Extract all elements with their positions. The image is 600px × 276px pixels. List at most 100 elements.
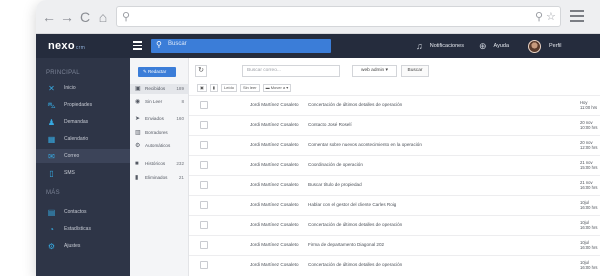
mail-search-input[interactable]: Buscar correo... [242, 65, 340, 77]
header-search-input[interactable]: ⚲ Buscar [151, 39, 331, 53]
email-subject: Hablar con el gestor del cliente Carles … [308, 202, 397, 207]
inbox-icon: ▣ [135, 86, 141, 92]
folder-recibidos[interactable]: ▣ Recibidos 189 [130, 84, 189, 94]
table-row[interactable]: Jordi Martínez Cosaleto Firma de departa… [189, 235, 600, 254]
row-checkbox[interactable] [200, 101, 208, 109]
email-date: 21 nov 16:00 hrs [580, 180, 600, 190]
folder-label: Eliminados [145, 175, 168, 180]
sidebar-item-label: Contactos [64, 209, 87, 215]
email-from: Jordi Martínez Cosaleto [250, 162, 299, 167]
sidebar-item-calendario[interactable]: ▦ Calendario [36, 132, 130, 146]
folder-enviados[interactable]: ➤ Enviados 160 [130, 114, 189, 124]
sidebar-item-contactos[interactable]: ▤ Contactos [36, 205, 130, 219]
folder-historicos[interactable]: ■ Históricos 232 [130, 159, 189, 169]
table-row[interactable]: Jordi Martínez Cosaleto Contacto José Ro… [189, 115, 600, 134]
folder-label: Automáticos [145, 143, 171, 148]
table-row[interactable]: Jordi Martínez Cosaleto Coordinación de … [189, 155, 600, 174]
bell-icon: ♫ [416, 41, 423, 51]
mark-read-button[interactable]: Leído [220, 83, 237, 92]
trash-icon: ▮ [135, 175, 139, 181]
help-label: Ayuda [493, 43, 510, 49]
email-from: Jordi Martínez Cosaleto [250, 182, 299, 187]
browser-window: ← → C ⌂ ⚲ ⚲ ☆ nexocrm ⚲ Buscar ♫ Notific… [36, 0, 600, 276]
forward-arrow-icon[interactable]: → [60, 9, 74, 25]
zoom-icon[interactable]: ⚲ [535, 10, 543, 23]
email-subject: Buscar título de propiedad [308, 182, 362, 187]
mark-unread-button[interactable]: Sin leer [240, 83, 260, 92]
row-checkbox[interactable] [200, 141, 208, 149]
search-icon: ⚲ [156, 40, 162, 49]
sidebar-item-label: Correo [64, 153, 80, 159]
mail-actions-toolbar: ▣ ▮ Leído Sin leer ▬ Mover a ▾ [197, 83, 294, 92]
mail-search-button[interactable]: Buscar [401, 65, 429, 77]
sidebar-item-correo[interactable]: ✉ Correo [36, 149, 130, 163]
email-date-time: 16:00 hrs [580, 185, 598, 190]
delete-icon[interactable]: ▮ [209, 83, 218, 92]
people-icon: ♟ [47, 117, 56, 127]
row-checkbox[interactable] [200, 261, 208, 269]
browser-menu-icon[interactable] [570, 10, 584, 22]
select-icon[interactable]: ▣ [197, 83, 207, 92]
profile-button[interactable]: Perfil [528, 34, 562, 58]
sidebar-item-inicio[interactable]: ✕ Inicio [36, 81, 130, 95]
archive-icon: ■ [135, 161, 139, 167]
email-subject: Coordinación de operación [308, 162, 363, 167]
sidebar-item-label: Propiedades [64, 102, 93, 108]
folder-label: Borradores [145, 130, 168, 135]
bookmark-star-icon[interactable]: ☆ [546, 10, 556, 23]
row-checkbox[interactable] [200, 241, 208, 249]
folder-borradores[interactable]: ▥ Borradores [130, 128, 189, 138]
row-checkbox[interactable] [200, 201, 208, 209]
sidebar-item-label: Calendario [64, 136, 89, 142]
compose-label: Redactar [148, 69, 167, 74]
notifications-button[interactable]: ♫ Notificaciones [416, 34, 464, 58]
sidebar-item-demandas[interactable]: ♟ Demandas [36, 115, 130, 129]
hamburger-menu-icon[interactable] [133, 41, 142, 50]
folder-sin-leer[interactable]: ◉ Sin Leer 8 [130, 97, 189, 107]
refresh-button[interactable]: ↻ [195, 65, 207, 77]
help-button[interactable]: ⊕ Ayuda [479, 34, 509, 58]
logo-text: nexo [48, 40, 75, 52]
email-from: Jordi Martínez Cosaleto [250, 242, 299, 247]
back-arrow-icon[interactable]: ← [42, 9, 56, 25]
reload-icon[interactable]: C [78, 9, 92, 25]
table-row[interactable]: Jordi Martínez Cosaleto Concertación de … [189, 95, 600, 114]
row-checkbox[interactable] [200, 221, 208, 229]
folder-count: 160 [176, 116, 184, 121]
folder-count: 232 [176, 161, 184, 166]
move-to-dropdown[interactable]: ▬ Mover a ▾ [262, 83, 292, 92]
email-date: 20 nov 10:00 hrs [580, 120, 600, 130]
account-dropdown[interactable]: web admin ▾ [352, 65, 397, 77]
sidebar-item-label: Inicio [64, 85, 76, 91]
help-lifebuoy-icon: ⊕ [479, 40, 487, 51]
home-icon[interactable]: ⌂ [96, 9, 110, 25]
app-logo[interactable]: nexocrm [48, 40, 85, 52]
sidebar-item-label: Demandas [64, 119, 89, 125]
sidebar-item-sms[interactable]: ▯ SMS [36, 166, 130, 180]
sidebar-item-ajustes[interactable]: ⚙ Ajustes [36, 239, 130, 253]
folder-label: Enviados [145, 116, 164, 121]
sidebar-item-label: Estadísticas [64, 226, 91, 232]
contacts-icon: ▤ [47, 207, 56, 217]
sidebar-item-estadisticas[interactable]: ◔ Estadísticas [36, 222, 130, 236]
email-from: Jordi Martínez Cosaleto [250, 142, 299, 147]
folder-count: 189 [176, 86, 184, 91]
folder-automaticos[interactable]: ⚙ Automáticos [130, 141, 189, 151]
gear-icon: ⚙ [47, 241, 56, 251]
folder-eliminados[interactable]: ▮ Eliminados 21 [130, 173, 189, 183]
email-from: Jordi Martínez Cosaleto [250, 222, 299, 227]
email-date: Hoy 11:00 hrs [580, 100, 600, 110]
table-row[interactable]: Jordi Martínez Cosaleto Concertación de … [189, 255, 600, 274]
table-row[interactable]: Jordi Martínez Cosaleto Concertación de … [189, 215, 600, 234]
table-row[interactable]: Jordi Martínez Cosaleto Buscar título de… [189, 175, 600, 194]
row-checkbox[interactable] [200, 161, 208, 169]
compose-button[interactable]: ✎ Redactar [138, 67, 176, 77]
table-row[interactable]: Jordi Martínez Cosaleto Hablar con el ge… [189, 195, 600, 214]
row-checkbox[interactable] [200, 181, 208, 189]
email-date-time: 10:00 hrs [580, 125, 598, 130]
email-date-time: 16:00 hrs [580, 225, 598, 230]
address-bar[interactable]: ⚲ ⚲ ☆ [116, 6, 561, 27]
table-row[interactable]: Jordi Martínez Cosaleto Comentar sobre n… [189, 135, 600, 154]
row-checkbox[interactable] [200, 121, 208, 129]
sidebar-item-propiedades[interactable]: ⛍ Propiedades [36, 98, 130, 112]
